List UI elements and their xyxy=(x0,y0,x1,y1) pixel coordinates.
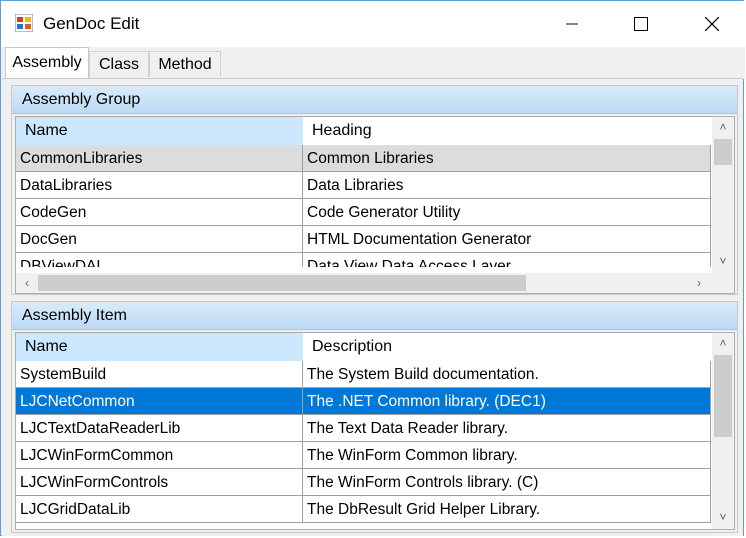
cell-name: CommonLibraries xyxy=(16,145,303,172)
close-button[interactable] xyxy=(689,1,735,47)
scroll-up-icon[interactable]: ˄ xyxy=(712,333,734,353)
cell-name: LJCGridDataLib xyxy=(16,496,303,523)
grid-header: Name Description xyxy=(16,333,711,361)
table-row[interactable]: LJCTextDataReaderLib The Text Data Reade… xyxy=(16,415,711,442)
table-row[interactable]: DBViewDAL Data View Data Access Layer xyxy=(16,253,711,267)
tab-assembly[interactable]: Assembly xyxy=(5,47,89,79)
table-row[interactable]: LJCWinFormCommon The WinForm Common libr… xyxy=(16,442,711,469)
title-bar[interactable]: GenDoc Edit xyxy=(1,1,745,47)
vertical-scrollbar[interactable]: ˄ ˅ xyxy=(712,333,734,529)
table-row-selected[interactable]: LJCNetCommon The .NET Common library. (D… xyxy=(16,388,711,415)
scroll-down-icon[interactable]: ˅ xyxy=(712,251,734,271)
horizontal-scrollbar[interactable]: ‹ › xyxy=(16,273,714,293)
scroll-right-icon[interactable]: › xyxy=(688,273,710,293)
tab-method[interactable]: Method xyxy=(149,51,221,77)
tab-class[interactable]: Class xyxy=(89,51,149,77)
main-window: GenDoc Edit Assembly Class Method Assemb… xyxy=(0,0,745,536)
table-row[interactable]: DocGen HTML Documentation Generator xyxy=(16,226,711,253)
scroll-thumb[interactable] xyxy=(714,139,732,165)
cell-heading: Code Generator Utility xyxy=(303,199,711,226)
window-title: GenDoc Edit xyxy=(43,14,140,33)
cell-description: The DbResult Grid Helper Library. xyxy=(303,496,711,523)
assembly-group-grid[interactable]: Name Heading CommonLibraries Common Libr… xyxy=(15,116,735,294)
cell-name: LJCWinFormControls xyxy=(16,469,303,496)
table-row[interactable]: LJCWinFormControls The WinForm Controls … xyxy=(16,469,711,496)
assembly-group-panel: Assembly Group Name Heading CommonLibrar… xyxy=(11,85,738,295)
cell-description: The WinForm Controls library. (C) xyxy=(303,469,711,496)
cell-heading: HTML Documentation Generator xyxy=(303,226,711,253)
maximize-button[interactable] xyxy=(618,1,664,47)
assembly-item-grid[interactable]: Name Description SystemBuild The System … xyxy=(15,332,735,530)
vertical-scrollbar[interactable]: ˄ ˅ xyxy=(712,117,734,273)
assembly-group-header: Assembly Group xyxy=(12,86,737,114)
cell-name: DataLibraries xyxy=(16,172,303,199)
scroll-corner xyxy=(714,273,734,293)
tab-strip: Assembly Class Method xyxy=(1,47,745,79)
scroll-left-icon[interactable]: ‹ xyxy=(16,273,38,293)
column-header-heading[interactable]: Heading xyxy=(303,117,711,145)
app-icon xyxy=(14,13,34,33)
table-row[interactable]: SystemBuild The System Build documentati… xyxy=(16,361,711,388)
scroll-thumb[interactable] xyxy=(714,355,732,437)
table-row[interactable]: LJCGridDataLib The DbResult Grid Helper … xyxy=(16,496,711,523)
grid-header: Name Heading xyxy=(16,117,711,145)
cell-name: LJCTextDataReaderLib xyxy=(16,415,303,442)
assembly-item-header: Assembly Item xyxy=(12,302,737,330)
cell-name: LJCNetCommon xyxy=(16,388,303,415)
cell-name: DocGen xyxy=(16,226,303,253)
cell-name: LJCWinFormCommon xyxy=(16,442,303,469)
assembly-tab-panel: Assembly Group Name Heading CommonLibrar… xyxy=(2,78,743,536)
cell-description: The .NET Common library. (DEC1) xyxy=(303,388,711,415)
cell-name: CodeGen xyxy=(16,199,303,226)
cell-heading: Common Libraries xyxy=(303,145,711,172)
cell-description: The WinForm Common library. xyxy=(303,442,711,469)
maximize-icon xyxy=(634,17,648,31)
scroll-thumb[interactable] xyxy=(38,275,526,291)
column-header-description[interactable]: Description xyxy=(303,333,711,361)
cell-heading: Data View Data Access Layer xyxy=(303,253,711,267)
cell-name: DBViewDAL xyxy=(16,253,303,267)
table-row[interactable]: CommonLibraries Common Libraries xyxy=(16,145,711,172)
cell-heading: Data Libraries xyxy=(303,172,711,199)
column-header-name[interactable]: Name xyxy=(16,333,303,361)
minimize-icon xyxy=(566,23,578,25)
assembly-item-panel: Assembly Item Name Description SystemBui… xyxy=(11,301,738,533)
scroll-down-icon[interactable]: ˅ xyxy=(712,507,734,527)
cell-description: The Text Data Reader library. xyxy=(303,415,711,442)
minimize-button[interactable] xyxy=(549,1,595,47)
cell-description: The System Build documentation. xyxy=(303,361,711,388)
table-row[interactable]: CodeGen Code Generator Utility xyxy=(16,199,711,226)
table-row[interactable]: DataLibraries Data Libraries xyxy=(16,172,711,199)
scroll-up-icon[interactable]: ˄ xyxy=(712,117,734,137)
column-header-name[interactable]: Name xyxy=(16,117,303,145)
close-icon xyxy=(705,17,719,31)
cell-name: SystemBuild xyxy=(16,361,303,388)
